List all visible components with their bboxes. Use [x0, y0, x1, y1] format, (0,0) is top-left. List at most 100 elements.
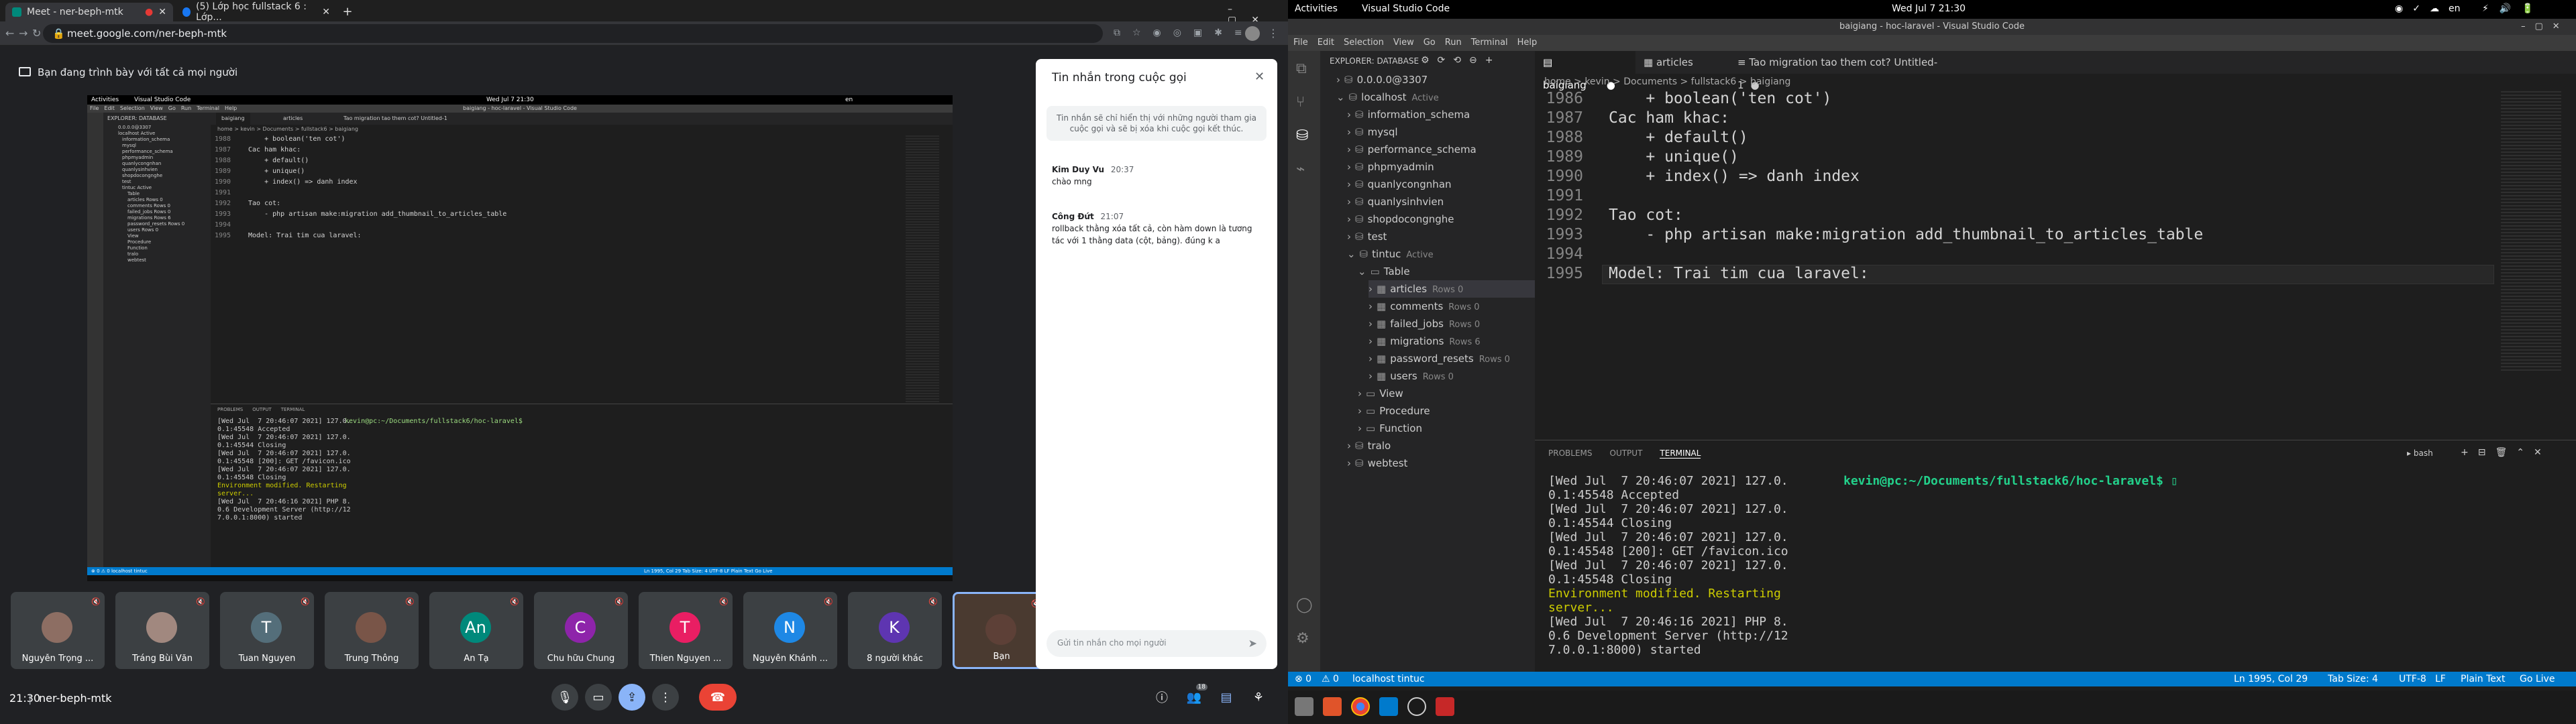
obs-icon[interactable] [1407, 697, 1426, 716]
tree-item-migrations[interactable]: › ▦ migrations Rows 6 [1368, 333, 1481, 350]
forward-icon[interactable]: → [19, 27, 28, 40]
activities-button[interactable]: Activities [1295, 3, 1338, 14]
tree-item-tralo[interactable]: › ⛁ tralo [1347, 437, 1391, 455]
leave-call-button[interactable]: ☎ [699, 684, 737, 711]
info-button[interactable]: ⓘ [1148, 684, 1175, 711]
mic-button[interactable]: 🎙 [551, 684, 578, 711]
participant-tile[interactable]: 🔇 Tráng Bùi Văn [115, 592, 209, 669]
tree-item-0.0.0.0@3307[interactable]: › ⛁ 0.0.0.0@3307 [1336, 71, 1428, 88]
tree-item-users[interactable]: › ▦ users Rows 0 [1368, 367, 1454, 385]
database-icon[interactable]: ⛁ [1296, 127, 1308, 144]
tab-meet[interactable]: Meet - ner-beph-mtk ● ✕ [5, 3, 173, 21]
menu-item-go[interactable]: Go [1424, 38, 1436, 48]
tree-item-quanlysinhvien[interactable]: › ⛁ quanlysinhvien [1347, 193, 1444, 210]
menu-item-edit[interactable]: Edit [1318, 38, 1334, 48]
errors-count[interactable]: ⊗ 0 [1295, 672, 1311, 686]
send-icon[interactable]: ➤ [1248, 637, 1257, 650]
participant-tile[interactable]: An 🔇 An Tạ [429, 592, 523, 669]
tree-item-test[interactable]: › ⛁ test [1347, 228, 1387, 245]
window-controls[interactable]: –▢✕ [2521, 21, 2569, 32]
present-button[interactable]: ⇪ [619, 684, 645, 711]
url-field[interactable]: 🔒 meet.google.com/ner-beph-mtk [43, 24, 1103, 43]
reload-icon[interactable]: ↻ [32, 27, 41, 40]
camera-button[interactable]: ▭ [585, 684, 612, 711]
warnings-count[interactable]: ⚠ 0 [1322, 672, 1339, 686]
participant-tile[interactable]: K 🔇 8 người khác [848, 592, 942, 669]
tab-articles[interactable]: ▦ articles [1635, 51, 1729, 74]
eol[interactable]: LF [2435, 672, 2446, 686]
tree-item-phpmyadmin[interactable]: › ⛁ phpmyadmin [1347, 158, 1434, 176]
cursor-position[interactable]: Ln 1995, Col 29 [2234, 672, 2308, 686]
chat-input[interactable]: Gửi tin nhắn cho mọi người ➤ [1046, 630, 1267, 657]
close-icon[interactable]: ✕ [1254, 70, 1265, 84]
tree-item-shopdocongnghe[interactable]: › ⛁ shopdocongnghe [1347, 210, 1454, 228]
tab-facebook[interactable]: (5) Lớp học fullstack 6 : Lớp... ✕ [176, 1, 337, 23]
participant-tile[interactable]: T 🔇 Tuan Nguyen [220, 592, 314, 669]
tray-icons[interactable]: ◉✓☁ [2395, 3, 2449, 14]
menu-item-run[interactable]: Run [1445, 38, 1462, 48]
panel-tab-problems[interactable]: PROBLEMS [1548, 448, 1593, 458]
source-control-icon[interactable]: ⑂ [1296, 94, 1305, 111]
tree-item-quanlycongnhan[interactable]: › ⛁ quanlycongnhan [1347, 176, 1452, 193]
participant-tile[interactable]: 🔇Bạn [953, 592, 1046, 669]
sublime-icon[interactable] [1323, 697, 1342, 716]
tree-item-performance-schema[interactable]: › ⛁ performance_schema [1347, 141, 1477, 158]
panel-tab-output[interactable]: OUTPUT [1610, 448, 1643, 458]
tab-baigiang[interactable]: ▤ baigiang ● [1535, 51, 1635, 91]
menu-icon[interactable]: ⋮ [1268, 27, 1279, 40]
vscode-icon[interactable] [1379, 697, 1398, 716]
tree-item-localhost[interactable]: ⌄ ⛁ localhost Active [1336, 88, 1439, 106]
files-app-icon[interactable] [1295, 697, 1313, 716]
tree-item-Table[interactable]: ⌄ ▭ Table [1358, 263, 1410, 280]
chrome-icon[interactable] [1351, 697, 1370, 716]
chat-button[interactable]: ▤ [1213, 684, 1240, 711]
language-indicator[interactable]: en [2449, 3, 2461, 14]
clock[interactable]: Wed Jul 7 21:30 [1892, 3, 1966, 14]
close-tab-icon[interactable]: ✕ [322, 7, 330, 17]
participant-tile[interactable]: N 🔇 Nguyễn Khánh ... [743, 592, 837, 669]
files-icon[interactable]: ⧉ [1296, 60, 1307, 77]
panel-tab-terminal[interactable]: TERMINAL [1660, 448, 1701, 459]
activities-button[interactable]: ⚘ [1245, 684, 1272, 711]
terminal-shell[interactable]: ▸ bash [2407, 448, 2433, 458]
profile-avatar[interactable] [1245, 26, 1260, 41]
db-connection[interactable]: localhost tintuc [1352, 672, 1425, 686]
tab-untitled[interactable]: ≡ Tao migration tao them cot? Untitled-1… [1729, 51, 1957, 91]
tree-item-tintuc[interactable]: ⌄ ⛁ tintuc Active [1347, 245, 1434, 263]
tree-item-articles[interactable]: › ▦ articles Rows 0 [1368, 280, 1535, 298]
tree-item-webtest[interactable]: › ⛁ webtest [1347, 455, 1407, 472]
back-icon[interactable]: ← [5, 27, 14, 40]
explorer-actions[interactable]: ⚙⟳⟲⊖+ [1421, 55, 1501, 66]
tree-item-Function[interactable]: › ▭ Function [1358, 420, 1422, 437]
tree-item-information-schema[interactable]: › ⛁ information_schema [1347, 106, 1470, 123]
tree-item-failed-jobs[interactable]: › ▦ failed_jobs Rows 0 [1368, 315, 1480, 333]
close-tab-icon[interactable]: ✕ [158, 7, 166, 17]
account-icon[interactable]: ◯ [1296, 597, 1313, 613]
tree-item-View[interactable]: › ▭ View [1358, 385, 1403, 402]
settings-gear-icon[interactable]: ⚙ [1296, 630, 1309, 647]
tree-item-comments[interactable]: › ▦ comments Rows 0 [1368, 298, 1480, 315]
participant-tile[interactable]: T 🔇 Thien Nguyen ... [639, 592, 733, 669]
menu-item-terminal[interactable]: Terminal [1471, 38, 1508, 48]
new-tab-icon[interactable]: + [339, 4, 356, 19]
people-button[interactable]: 👥 18 [1181, 684, 1208, 711]
extension-icons[interactable]: ⧉☆◉◎▣✱≡ [1114, 27, 1254, 38]
system-icons[interactable]: ⚡🔊🔋 [2482, 3, 2544, 14]
menu-item-file[interactable]: File [1293, 38, 1308, 48]
tab-size[interactable]: Tab Size: 4 [2328, 672, 2378, 686]
terminal-output[interactable]: [Wed Jul 7 20:46:07 2021] 127.0. 0.1:4554… [1548, 474, 1788, 657]
more-options-button[interactable]: ⋮ [652, 684, 679, 711]
menu-item-view[interactable]: View [1393, 38, 1414, 48]
tree-item-password-resets[interactable]: › ▦ password_resets Rows 0 [1368, 350, 1510, 367]
participant-tile[interactable]: 🔇 Trung Thông [325, 592, 419, 669]
participant-tile[interactable]: 🔇 Nguyễn Trọng ... [11, 592, 105, 669]
minimap[interactable] [2501, 91, 2561, 373]
tree-item-mysql[interactable]: › ⛁ mysql [1347, 123, 1398, 141]
app-menu[interactable]: Visual Studio Code [1362, 3, 1450, 14]
tree-item-Procedure[interactable]: › ▭ Procedure [1358, 402, 1430, 420]
go-live[interactable]: Go Live [2520, 672, 2555, 686]
remote-icon[interactable]: ⌁ [1296, 161, 1305, 178]
participant-tile[interactable]: C 🔇 Chu hữu Chung [534, 592, 628, 669]
panel-actions[interactable]: +⊟🗑⌃✕ [2461, 447, 2551, 458]
encoding[interactable]: UTF-8 [2399, 672, 2426, 686]
